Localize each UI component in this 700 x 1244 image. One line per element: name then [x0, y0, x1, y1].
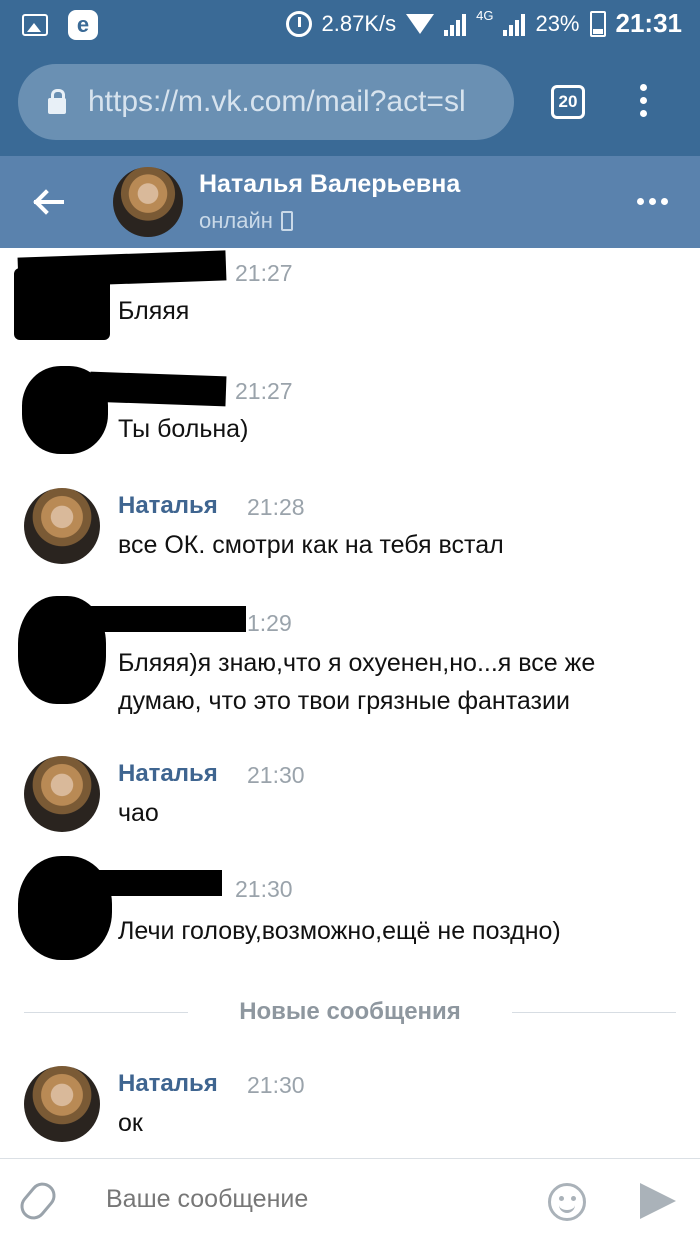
- sender-name[interactable]: Наталья: [118, 760, 218, 788]
- redaction: [89, 371, 227, 407]
- message-text: все ОК. смотри как на тебя встал: [118, 531, 504, 559]
- avatar[interactable]: [24, 1066, 100, 1142]
- lock-icon: [48, 89, 66, 114]
- new-messages-divider: Новые сообщения: [24, 992, 676, 1032]
- image-icon: [22, 14, 48, 36]
- wifi-icon: [406, 13, 435, 34]
- contact-name[interactable]: Наталья Валерьевна: [199, 170, 460, 199]
- message-time: 21:27: [235, 378, 293, 404]
- sender-name[interactable]: Наталья: [118, 1070, 218, 1098]
- send-icon[interactable]: [640, 1183, 676, 1219]
- clock-time: 21:31: [615, 8, 683, 38]
- sender-name[interactable]: Наталья: [118, 492, 218, 520]
- status-text: онлайн: [199, 208, 273, 233]
- redaction: [90, 870, 222, 896]
- message-time: 21:28: [247, 494, 305, 520]
- message-text-line-1: Бляяя)я знаю,что я охуенен,но...я все же: [118, 649, 596, 677]
- url-text: https://m.vk.com/mail?act=sl: [88, 85, 466, 118]
- more-icon[interactable]: [637, 198, 668, 205]
- status-bar: e 2.87K/s 4G 23% 21:31: [0, 0, 700, 50]
- url-bar[interactable]: https://m.vk.com/mail?act=sl: [18, 64, 514, 140]
- message-time: 21:30: [247, 762, 305, 788]
- divider-label: Новые сообщения: [239, 998, 461, 1025]
- message-input[interactable]: Ваше сообщение: [106, 1185, 308, 1214]
- back-arrow-icon[interactable]: [30, 186, 66, 218]
- contact-status: онлайн: [199, 208, 293, 234]
- browser-toolbar: https://m.vk.com/mail?act=sl 20: [0, 50, 700, 156]
- phone-icon: [280, 211, 293, 231]
- message-text: Лечи голову,возможно,ещё не поздно): [118, 917, 561, 945]
- avatar[interactable]: [113, 167, 183, 237]
- message-text-line-2: думаю, что это твои грязные фантазии: [118, 687, 570, 715]
- signal-icon: [444, 12, 467, 36]
- message-list[interactable]: 21:27 Бляяя 21:27 Ты больна) Наталья 21:…: [0, 248, 700, 1158]
- message-time: 1:29: [247, 610, 292, 636]
- network-type: 4G: [476, 8, 494, 23]
- paperclip-icon[interactable]: [15, 1177, 61, 1225]
- message-time: 21:30: [235, 876, 293, 902]
- redaction: [14, 268, 110, 340]
- network-speed: 2.87K/s: [321, 10, 397, 36]
- redaction: [90, 606, 246, 632]
- message-text: Ты больна): [118, 415, 249, 443]
- message-time: 21:30: [247, 1072, 305, 1098]
- avatar[interactable]: [24, 488, 100, 564]
- e-icon: e: [68, 10, 98, 40]
- browser-menu-icon[interactable]: [640, 84, 648, 123]
- message-text: Бляяя: [118, 297, 190, 325]
- message-text: ок: [118, 1109, 143, 1137]
- message-time: 21:27: [235, 260, 293, 286]
- signal-icon-2: [503, 12, 526, 36]
- battery-percent: 23%: [535, 10, 580, 36]
- battery-icon: [589, 10, 606, 37]
- alarm-icon: [285, 10, 312, 37]
- tabs-button[interactable]: 20: [551, 85, 585, 119]
- message-composer: Ваше сообщение: [0, 1158, 700, 1244]
- emoji-icon[interactable]: [548, 1183, 586, 1221]
- chat-header: Наталья Валерьевна онлайн: [0, 156, 700, 248]
- avatar[interactable]: [24, 756, 100, 832]
- message-text: чао: [118, 799, 159, 827]
